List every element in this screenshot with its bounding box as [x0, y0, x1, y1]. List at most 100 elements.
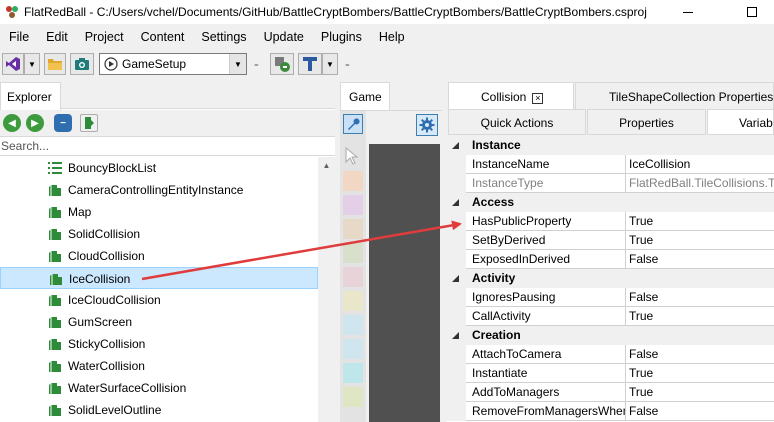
property-row[interactable]: ExposedInDerived False [446, 250, 774, 269]
tab-properties[interactable]: Properties [587, 109, 706, 135]
tree-item-watersurfacecollision[interactable]: WaterSurfaceCollision [0, 377, 318, 399]
property-value[interactable]: False [626, 402, 774, 421]
category-access[interactable]: Access [446, 193, 774, 212]
tab-explorer[interactable]: Explorer [0, 82, 61, 110]
property-row[interactable]: AddToManagers True [446, 383, 774, 402]
menu-help[interactable]: Help [370, 30, 413, 44]
menu-update[interactable]: Update [255, 30, 312, 44]
minimize-button[interactable] [668, 0, 708, 24]
glue-view-button[interactable] [270, 53, 294, 75]
property-value[interactable]: False [626, 288, 774, 307]
tile-tool[interactable] [343, 267, 363, 287]
tiled-button[interactable] [298, 53, 322, 75]
collapse-all-button[interactable]: − [54, 114, 72, 132]
tile-tool[interactable] [343, 315, 363, 335]
explorer-scrollbar[interactable]: ▲ [318, 157, 335, 422]
category-label: Instance [472, 138, 521, 152]
tile-tool[interactable] [343, 387, 363, 407]
wrench-tool[interactable] [343, 114, 363, 134]
property-value[interactable]: IceCollision [626, 155, 774, 174]
property-value[interactable]: True [626, 383, 774, 402]
category-activity[interactable]: Activity [446, 269, 774, 288]
tree-item-watercollision[interactable]: WaterCollision [0, 355, 318, 377]
property-value[interactable]: True [626, 364, 774, 383]
tab-game[interactable]: Game [340, 82, 390, 110]
tab-tileshapecollection-properties[interactable]: TileShapeCollection Properties [575, 82, 774, 110]
startup-screen-combo[interactable]: GameSetup ▼ [99, 53, 247, 75]
visual-studio-button[interactable] [2, 53, 24, 75]
tree-item-cameracontrollingentityinstance[interactable]: CameraControllingEntityInstance [0, 179, 318, 201]
menu-file[interactable]: File [0, 30, 37, 44]
object-instance-icon [49, 361, 61, 372]
tile-tool[interactable] [343, 219, 363, 239]
tab-variables[interactable]: Variables [707, 109, 774, 135]
collapse-triangle-icon [452, 332, 459, 339]
object-instance-icon [49, 185, 61, 196]
category-creation[interactable]: Creation [446, 326, 774, 345]
select-tool[interactable] [343, 146, 363, 167]
sync-button[interactable] [80, 114, 98, 132]
maximize-button[interactable] [732, 0, 772, 24]
property-value[interactable]: False [626, 345, 774, 364]
tree-item-label: WaterSurfaceCollision [68, 381, 187, 395]
object-instance-icon [49, 339, 61, 350]
open-folder-button[interactable] [44, 53, 66, 75]
tree-item-gumscreen[interactable]: GumScreen [0, 311, 318, 333]
property-row[interactable]: HasPublicProperty True [446, 212, 774, 231]
property-value: FlatRedBall.TileCollisions.TileShapeColl… [626, 174, 774, 193]
tile-tool[interactable] [343, 195, 363, 215]
title-bar: FlatRedBall - C:/Users/vchel/Documents/G… [0, 0, 774, 24]
property-row[interactable]: InstanceName IceCollision [446, 155, 774, 174]
tree-item-map[interactable]: Map [0, 201, 318, 223]
property-row[interactable]: RemoveFromManagersWhenInvisible False [446, 402, 774, 421]
collapse-triangle-icon [452, 199, 459, 206]
property-row[interactable]: AttachToCamera False [446, 345, 774, 364]
property-value[interactable]: True [626, 231, 774, 250]
tab-collision[interactable]: Collision × [448, 82, 574, 110]
tile-tool[interactable] [343, 243, 363, 263]
property-row[interactable]: SetByDerived True [446, 231, 774, 250]
tiled-dropdown[interactable]: ▼ [322, 53, 338, 75]
close-icon[interactable]: × [532, 93, 544, 104]
game-settings-button[interactable] [416, 114, 438, 136]
properties-panel: Collision × TileShapeCollection Propertie… [446, 80, 774, 422]
back-button[interactable]: ◀ [3, 114, 21, 132]
property-value[interactable]: True [626, 212, 774, 231]
tree-item-icecollision[interactable]: IceCollision [0, 267, 318, 289]
tree-item-cloudcollision[interactable]: CloudCollision [0, 245, 318, 267]
object-instance-icon [49, 207, 61, 218]
menu-content[interactable]: Content [132, 30, 193, 44]
tile-tool[interactable] [343, 291, 363, 311]
tile-tool[interactable] [343, 339, 363, 359]
toolbar-grip-icon[interactable]: ⁼ [254, 62, 259, 73]
property-value[interactable]: True [626, 307, 774, 326]
chevron-down-icon[interactable]: ▼ [229, 54, 246, 74]
property-value[interactable]: False [626, 250, 774, 269]
tree-item-iceclouccollision[interactable]: IceCloudCollision [0, 289, 318, 311]
toolbar-grip-icon[interactable]: ⁼ [345, 62, 350, 73]
tile-tool[interactable] [343, 171, 363, 191]
category-label: Access [472, 195, 515, 209]
menu-edit[interactable]: Edit [37, 30, 76, 44]
search-input[interactable] [0, 137, 335, 155]
property-row[interactable]: Instantiate True [446, 364, 774, 383]
menu-project[interactable]: Project [76, 30, 132, 44]
category-instance[interactable]: Instance [446, 136, 774, 155]
tab-quick-actions[interactable]: Quick Actions [448, 109, 586, 135]
visual-studio-dropdown[interactable]: ▼ [24, 53, 40, 75]
game-viewport[interactable] [369, 144, 440, 422]
forward-button[interactable]: ▶ [26, 114, 44, 132]
tree-item-bouncyblocklist[interactable]: BouncyBlockList [0, 157, 318, 179]
property-row[interactable]: InstanceType FlatRedBall.TileCollisions.… [446, 174, 774, 193]
tile-tool[interactable] [343, 363, 363, 383]
tree-item-solidleveloutline[interactable]: SolidLevelOutline [0, 399, 318, 421]
screenshot-button[interactable] [70, 53, 94, 75]
menu-plugins[interactable]: Plugins [312, 30, 370, 44]
property-row[interactable]: IgnoresPausing False [446, 288, 774, 307]
tree-item-stickycollision[interactable]: StickyCollision [0, 333, 318, 355]
scroll-up-icon[interactable]: ▲ [318, 157, 335, 174]
arrow-left-icon: ◀ [8, 117, 16, 129]
property-row[interactable]: CallActivity True [446, 307, 774, 326]
tree-item-solidcollision[interactable]: SolidCollision [0, 223, 318, 245]
menu-settings[interactable]: Settings [192, 30, 254, 44]
